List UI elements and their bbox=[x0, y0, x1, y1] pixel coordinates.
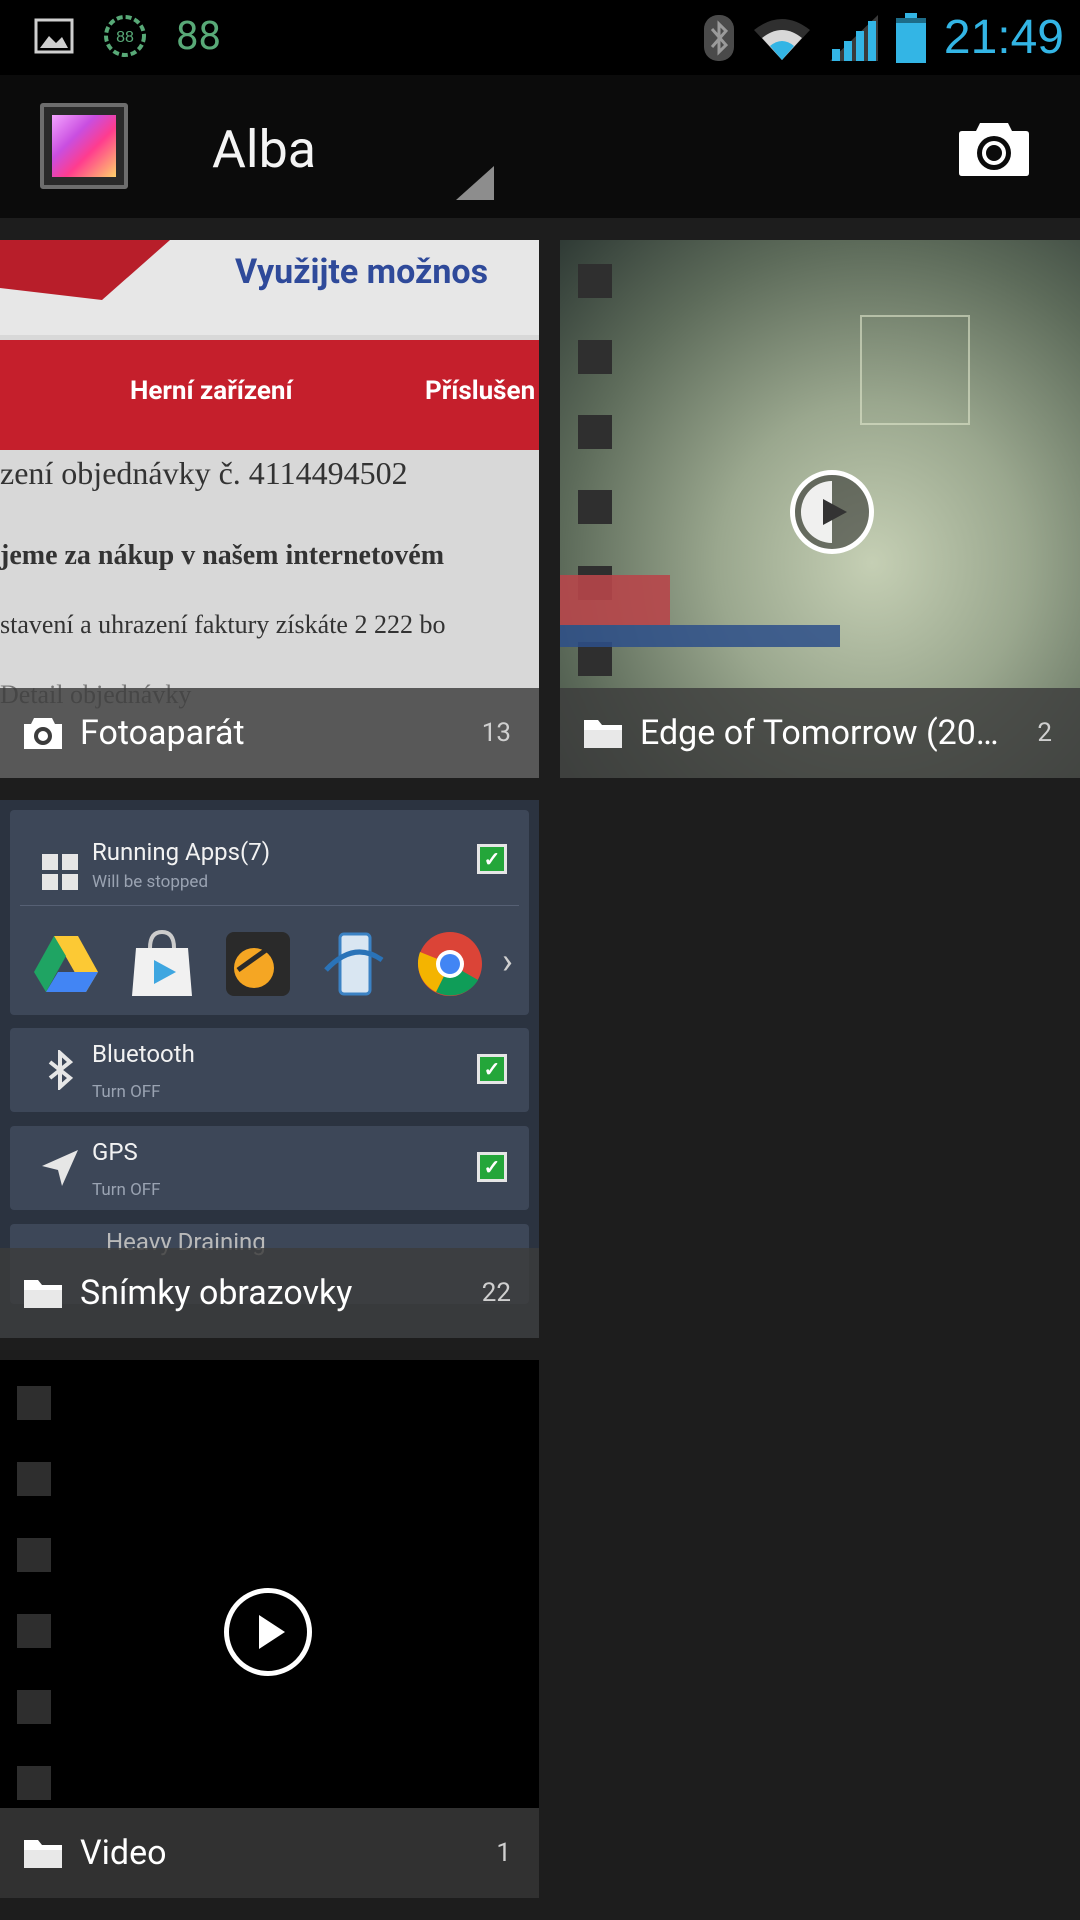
battery-circle-icon: 88 bbox=[104, 15, 146, 57]
clock: 21:49 bbox=[943, 11, 1064, 64]
status-icons: 21:49 bbox=[703, 0, 1064, 75]
thumb-nav-item: Příslušen bbox=[425, 376, 536, 406]
battery-percent-text: 88 bbox=[176, 12, 221, 59]
album-view-spinner[interactable]: Alba bbox=[212, 119, 316, 180]
album-count: 22 bbox=[481, 1278, 511, 1308]
camera-icon[interactable] bbox=[958, 117, 1030, 177]
album-label: Snímky obrazovky 22 bbox=[0, 1248, 539, 1338]
play-store-icon bbox=[132, 930, 192, 996]
action-bar: Alba bbox=[0, 75, 1080, 218]
app-icon-phone bbox=[324, 932, 384, 996]
album-label: Video 1 bbox=[0, 1808, 539, 1898]
status-bar: 88 88 21:49 bbox=[0, 0, 1080, 75]
running-apps-subtitle: Will be stopped bbox=[92, 872, 209, 892]
spinner-dropdown-icon[interactable] bbox=[456, 166, 494, 200]
video-overlay-icon bbox=[790, 470, 874, 554]
album-tile-video[interactable]: Video 1 bbox=[0, 1360, 539, 1898]
album-count: 1 bbox=[496, 1838, 511, 1868]
google-drive-icon bbox=[34, 936, 98, 992]
bluetooth-subtitle: Turn OFF bbox=[92, 1082, 161, 1102]
album-tile-camera[interactable]: Využijte možnos Herní zařízení Příslušen… bbox=[0, 240, 539, 778]
gallery-notification-icon bbox=[34, 18, 74, 54]
thumb-header-text: Využijte možnos bbox=[235, 252, 489, 292]
chrome-icon bbox=[417, 932, 482, 996]
battery-circle-text: 88 bbox=[116, 29, 134, 46]
gps-title: GPS bbox=[92, 1138, 138, 1166]
apps-grid-icon bbox=[42, 854, 78, 890]
album-count: 13 bbox=[481, 718, 511, 748]
gps-subtitle: Turn OFF bbox=[92, 1180, 161, 1200]
thumb-text-line: jeme za nákup v našem internetovém bbox=[0, 540, 445, 571]
checkbox-checked-icon: ✓ bbox=[477, 1054, 507, 1084]
play-icon bbox=[224, 1588, 312, 1676]
thumb-nav-item: Herní zařízení bbox=[130, 376, 293, 406]
checkbox-checked-icon: ✓ bbox=[477, 1152, 507, 1182]
folder-icon bbox=[24, 1280, 62, 1308]
bluetooth-title: Bluetooth bbox=[92, 1040, 195, 1068]
album-name: Fotoaparát bbox=[80, 713, 245, 753]
album-name: Edge of Tomorrow (20… bbox=[640, 713, 999, 753]
running-apps-title: Running Apps(7) bbox=[92, 838, 271, 866]
folder-icon bbox=[24, 1840, 62, 1868]
album-tile-edge-of-tomorrow[interactable]: Edge of Tomorrow (20… 2 bbox=[560, 240, 1080, 778]
signal-icon bbox=[829, 14, 878, 61]
album-label: Fotoaparát 13 bbox=[0, 688, 539, 778]
folder-icon bbox=[584, 720, 622, 748]
album-count: 2 bbox=[1037, 718, 1052, 748]
bluetooth-icon bbox=[48, 1050, 74, 1090]
camera-small-icon bbox=[24, 718, 62, 749]
battery-icon bbox=[895, 12, 926, 63]
album-tile-screenshots[interactable]: Running Apps(7) Will be stopped ✓ › Blue… bbox=[0, 800, 539, 1338]
album-label: Edge of Tomorrow (20… 2 bbox=[560, 688, 1080, 778]
gallery-app-icon[interactable] bbox=[40, 103, 128, 189]
gps-arrow-icon bbox=[42, 1150, 78, 1186]
wifi-icon bbox=[753, 18, 810, 60]
album-name: Video bbox=[80, 1833, 167, 1873]
bluetooth-icon bbox=[703, 14, 734, 61]
thumb-text-line: zení objednávky č. 4114494502 bbox=[0, 455, 408, 491]
checkbox-checked-icon: ✓ bbox=[477, 844, 507, 874]
app-icon-signal bbox=[226, 932, 290, 996]
thumb-text-line: stavení a uhrazení faktury získáte 2 222… bbox=[0, 610, 446, 639]
album-name: Snímky obrazovky bbox=[80, 1273, 353, 1313]
chevron-right-icon: › bbox=[502, 940, 513, 982]
